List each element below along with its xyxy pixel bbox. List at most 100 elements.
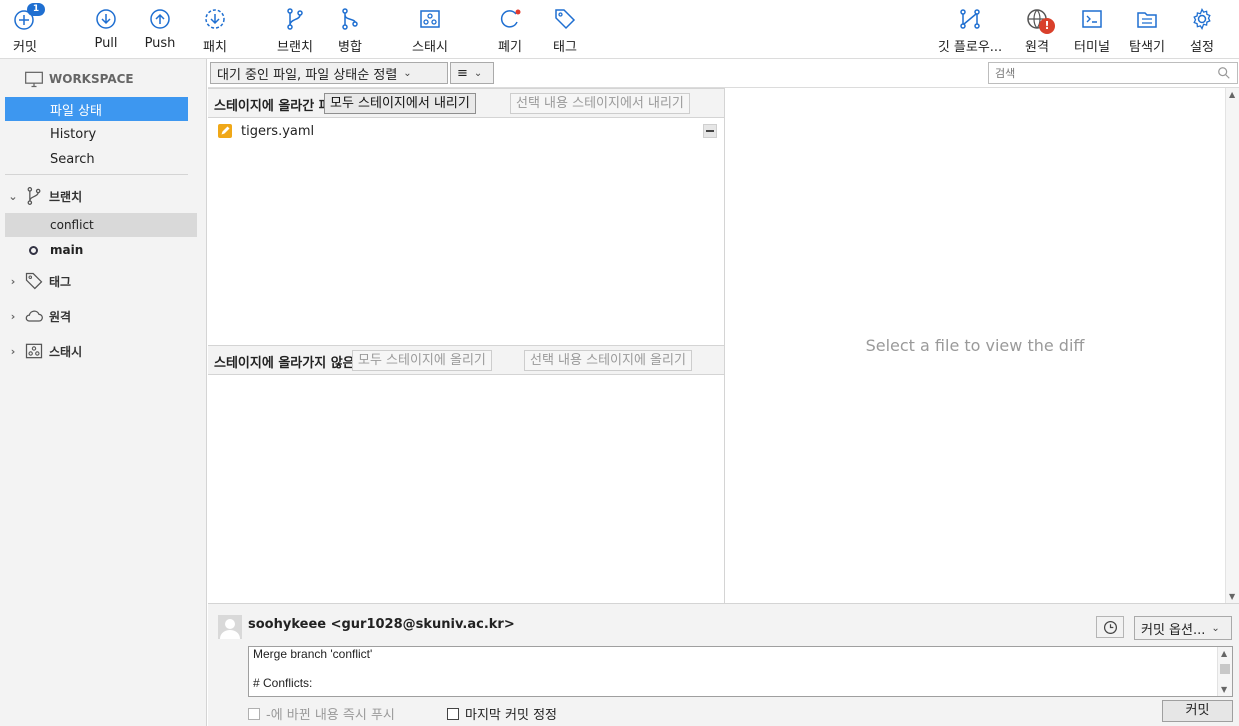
chevron-down-icon: ⌄: [473, 67, 483, 79]
chevron-right-icon: ›: [10, 274, 16, 288]
branch-icon: [23, 185, 45, 207]
chevron-right-icon: ›: [10, 309, 16, 323]
stage-all-button[interactable]: 모두 스테이지에 올리기: [352, 350, 492, 371]
add-circle-icon: 1: [12, 3, 45, 32]
remote-button[interactable]: ! 원격: [1022, 0, 1055, 58]
scroll-thumb[interactable]: [1220, 664, 1230, 674]
commit-options-label: 커밋 옵션...: [1141, 622, 1206, 638]
workspace-header: WORKSPACE: [0, 67, 207, 91]
explorer-button[interactable]: 탐색기: [1125, 0, 1169, 58]
remote-warning-badge: !: [1039, 18, 1055, 34]
terminal-icon: [1079, 6, 1105, 32]
branches-header[interactable]: ⌄ 브랜치: [0, 184, 207, 208]
terminal-button[interactable]: 터미널: [1071, 0, 1113, 58]
fetch-button[interactable]: 패치: [200, 0, 230, 58]
sidebar-divider: [5, 174, 188, 175]
stash-button[interactable]: 스태시: [408, 0, 452, 58]
unstaged-panel-header: 스테이지에 올라가지 않은 파일 모두 스테이지에 올리기 선택 내용 스테이지…: [208, 345, 724, 375]
amend-checkbox[interactable]: [447, 707, 459, 720]
commit-label: 커밋: [13, 40, 37, 55]
status-filter-value: 대기 중인 파일, 파일 상태순 정렬: [217, 67, 398, 83]
tags-header[interactable]: › 태그: [0, 269, 207, 293]
unstaged-file-list: [208, 375, 724, 603]
discard-label: 폐기: [498, 40, 522, 55]
commit-count-badge: 1: [27, 3, 45, 16]
branch-button[interactable]: 브랜치: [274, 0, 316, 58]
avatar: [218, 615, 242, 639]
merge-label: 병합: [338, 40, 362, 55]
search-icon: [1218, 67, 1230, 79]
commit-options-select[interactable]: 커밋 옵션... ⌄: [1134, 616, 1232, 640]
sidebar-item-search[interactable]: Search: [0, 147, 207, 171]
commit-message-input[interactable]: Merge branch 'conflict' # Conflicts: ▲ ▼: [248, 646, 1233, 697]
git-flow-button[interactable]: 깃 플로우...: [934, 0, 1006, 58]
arrow-up-circle-icon: [147, 6, 173, 32]
staged-panel-header: 스테이지에 올라간 파일 모두 스테이지에서 내리기 선택 내용 스테이지에서 …: [208, 88, 724, 118]
diff-placeholder: Select a file to view the diff: [865, 336, 1085, 355]
stash-icon: [417, 6, 443, 32]
git-flow-label: 깃 플로우...: [937, 40, 1003, 55]
terminal-label: 터미널: [1074, 40, 1110, 55]
tags-label: 태그: [49, 274, 72, 289]
settings-button[interactable]: 설정: [1186, 0, 1218, 58]
modified-file-icon: [218, 124, 232, 138]
tag-label: 태그: [553, 40, 577, 55]
push-immediately-checkbox[interactable]: [248, 707, 260, 720]
file-name: tigers.yaml: [241, 123, 315, 139]
search-input[interactable]: [989, 63, 1209, 83]
globe-icon: !: [1024, 6, 1055, 34]
arrow-down-circle-icon: [93, 6, 119, 32]
stage-selected-button[interactable]: 선택 내용 스테이지에 올리기: [524, 350, 692, 371]
sidebar-branch-conflict[interactable]: conflict: [5, 213, 197, 237]
remotes-label: 원격: [49, 309, 72, 324]
stash-icon: [23, 340, 45, 362]
unstage-file-button[interactable]: [703, 124, 717, 138]
status-filter-select[interactable]: 대기 중인 파일, 파일 상태순 정렬 ⌄: [210, 62, 448, 84]
amend-label: 마지막 커밋 정정: [465, 708, 557, 723]
unstage-all-button[interactable]: 모두 스테이지에서 내리기: [324, 93, 476, 114]
diff-view: Select a file to view the diff: [725, 88, 1225, 603]
unstage-selected-button[interactable]: 선택 내용 스테이지에서 내리기: [510, 93, 690, 114]
remotes-header[interactable]: › 원격: [0, 304, 207, 328]
search-box: [988, 62, 1238, 84]
explorer-label: 탐색기: [1129, 40, 1165, 55]
sidebar: WORKSPACE 파일 상태 History Search ⌄ 브랜치 con…: [0, 59, 207, 726]
toolbar: 1 커밋 Pull Push 패치 브랜치 병합 스태시 폐기 태그 깃 플로우…: [0, 0, 1239, 59]
push-immediately-option[interactable]: -에 바뀐 내용 즉시 푸시: [248, 704, 395, 723]
commit-author: soohykeee <gur1028@skuniv.ac.kr>: [248, 617, 515, 632]
commit-area: soohykeee <gur1028@skuniv.ac.kr> 커밋 옵션..…: [208, 603, 1239, 726]
merge-button[interactable]: 병합: [336, 0, 364, 58]
push-label: Push: [144, 36, 176, 51]
sidebar-branch-main[interactable]: main: [0, 238, 207, 262]
branch-icon: [282, 6, 308, 32]
pull-button[interactable]: Pull: [92, 0, 120, 58]
discard-icon: [497, 6, 523, 32]
gear-icon: [1189, 6, 1215, 32]
stashes-header[interactable]: › 스태시: [0, 339, 207, 363]
commit-history-button[interactable]: [1096, 616, 1124, 638]
merge-icon: [337, 6, 363, 32]
tag-button[interactable]: 태그: [551, 0, 579, 58]
filter-bar: 대기 중인 파일, 파일 상태순 정렬 ⌄ ≡ ⌄: [208, 59, 1239, 88]
push-button[interactable]: Push: [143, 0, 177, 58]
clock-icon: [1103, 620, 1117, 634]
view-mode-select[interactable]: ≡ ⌄: [450, 62, 494, 84]
diff-scrollbar[interactable]: ▲ ▼: [1225, 88, 1239, 603]
sidebar-item-file-status[interactable]: 파일 상태: [5, 97, 188, 121]
scroll-down-icon: ▼: [1221, 685, 1228, 694]
file-row[interactable]: tigers.yaml: [208, 120, 724, 142]
sidebar-item-history[interactable]: History: [0, 122, 207, 146]
commit-submit-button[interactable]: 커밋: [1162, 700, 1233, 722]
scroll-up-icon: ▲: [1221, 649, 1228, 658]
git-flow-icon: [957, 6, 983, 32]
amend-option[interactable]: 마지막 커밋 정정: [447, 704, 557, 723]
commit-button[interactable]: 1 커밋: [10, 0, 45, 58]
chevron-down-icon: ⌄: [8, 189, 18, 203]
fetch-icon: [202, 6, 228, 32]
commit-message-line: # Conflicts:: [253, 676, 313, 690]
scroll-up-icon: ▲: [1229, 90, 1236, 99]
push-immediately-label: -에 바뀐 내용 즉시 푸시: [266, 708, 395, 723]
discard-button[interactable]: 폐기: [496, 0, 524, 58]
message-scrollbar[interactable]: ▲ ▼: [1217, 647, 1232, 696]
scroll-down-icon: ▼: [1229, 592, 1236, 601]
